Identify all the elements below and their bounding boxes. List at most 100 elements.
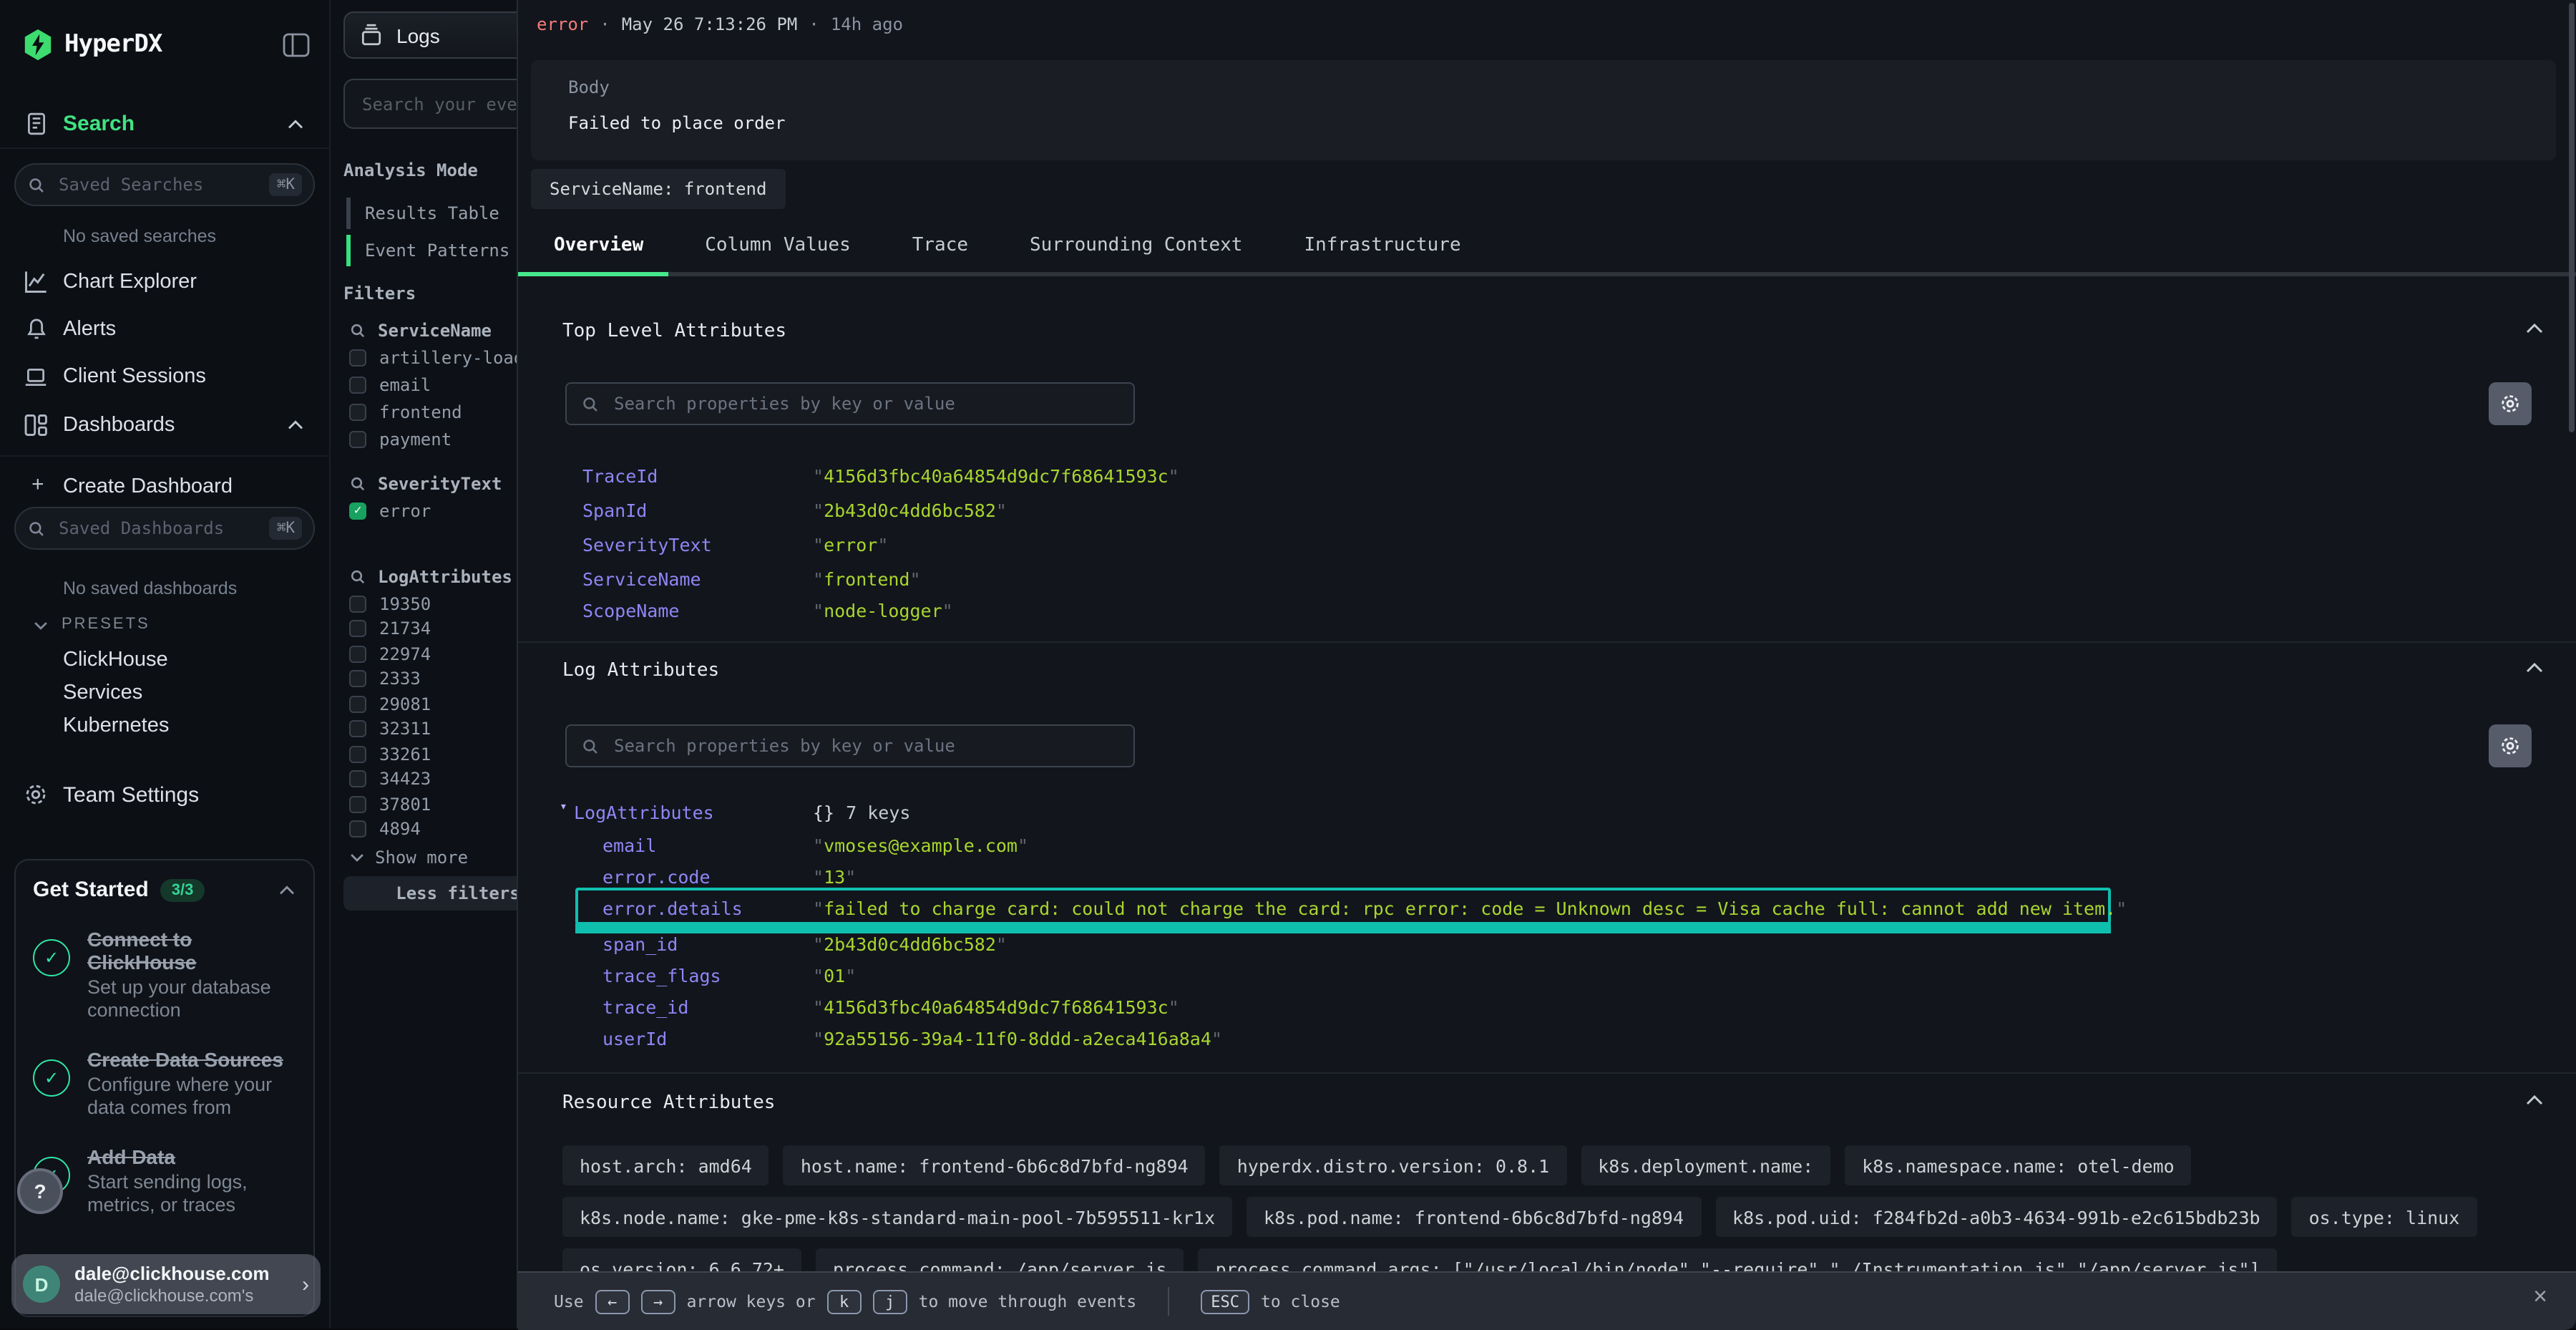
- tab-infrastructure[interactable]: Infrastructure: [1304, 235, 1460, 256]
- attr-value[interactable]: "2b43d0c4dd6bc582": [813, 499, 1007, 520]
- sidebar-item-search[interactable]: Search: [63, 112, 135, 136]
- attr-value[interactable]: "92a55156-39a4-11f0-8ddd-a2eca416a8a4": [813, 1027, 1222, 1049]
- checkbox-unchecked[interactable]: [349, 596, 366, 613]
- filter-option[interactable]: artillery-loadgen: [349, 348, 517, 368]
- top-level-search[interactable]: [565, 382, 1135, 425]
- attr-tree-root[interactable]: ▾ LogAttributes {}7 keys: [518, 797, 2576, 826]
- log-attributes-search-input[interactable]: [611, 734, 1119, 757]
- filter-option[interactable]: email: [349, 375, 431, 395]
- attr-value[interactable]: "failed to charge card: could not charge…: [813, 897, 2127, 918]
- caret-down-icon[interactable]: ▾: [560, 800, 567, 815]
- checkbox-unchecked[interactable]: [349, 377, 366, 394]
- saved-dashboards-input[interactable]: [56, 517, 270, 540]
- sidebar-item-dashboards[interactable]: Dashboards: [63, 414, 175, 437]
- filter-option[interactable]: payment: [349, 429, 452, 450]
- source-selector-logs[interactable]: Logs: [343, 11, 517, 59]
- checkbox-unchecked[interactable]: [349, 770, 366, 787]
- saved-searches-search[interactable]: ⌘K: [14, 163, 315, 206]
- gear-icon[interactable]: [2489, 382, 2532, 425]
- checkbox-unchecked[interactable]: [349, 746, 366, 763]
- checkbox-unchecked[interactable]: [349, 670, 366, 687]
- service-name-chip[interactable]: ServiceName: frontend: [531, 169, 785, 209]
- create-dashboard-button[interactable]: Create Dashboard: [63, 475, 233, 498]
- filter-option[interactable]: 22974: [349, 644, 431, 664]
- preset-clickhouse[interactable]: ClickHouse: [63, 649, 168, 671]
- tab-trace[interactable]: Trace: [912, 235, 968, 256]
- checkbox-unchecked[interactable]: [349, 431, 366, 448]
- resource-chip[interactable]: os.type: linux: [2292, 1197, 2477, 1237]
- checkbox-unchecked[interactable]: [349, 720, 366, 737]
- attr-value[interactable]: "01": [813, 964, 856, 986]
- attr-key[interactable]: trace_flags: [602, 964, 721, 986]
- attr-key[interactable]: SeverityText: [582, 533, 712, 555]
- scrollbar[interactable]: [2569, 3, 2575, 432]
- attr-key[interactable]: error.code: [602, 865, 711, 887]
- attr-key[interactable]: email: [602, 834, 656, 855]
- tab-surrounding-context[interactable]: Surrounding Context: [1030, 235, 1242, 256]
- sidebar-item-chart-explorer[interactable]: Chart Explorer: [63, 271, 197, 293]
- checkbox-unchecked[interactable]: [349, 646, 366, 663]
- log-attributes-search[interactable]: [565, 724, 1135, 767]
- attr-value[interactable]: "13": [813, 865, 856, 887]
- attr-key[interactable]: ScopeName: [582, 599, 679, 621]
- event-search-input[interactable]: [359, 92, 517, 115]
- filter-option[interactable]: 19350: [349, 594, 431, 614]
- attr-value[interactable]: "4156d3fbc40a64854d9dc7f68641593c": [813, 465, 1179, 486]
- resource-chip[interactable]: host.name: frontend-6b6c8d7bfd-ng894: [784, 1145, 1206, 1185]
- checkbox-unchecked[interactable]: [349, 404, 366, 421]
- checkbox-unchecked[interactable]: [349, 349, 366, 367]
- attr-key[interactable]: error.details: [602, 897, 743, 918]
- event-search-box[interactable]: [343, 79, 517, 129]
- saved-dashboards-search[interactable]: ⌘K: [14, 507, 315, 550]
- search-icon[interactable]: [349, 475, 366, 492]
- attr-key[interactable]: ServiceName: [582, 568, 701, 589]
- sidebar-item-alerts[interactable]: Alerts: [63, 318, 116, 341]
- mode-event-patterns[interactable]: Event Patterns: [346, 235, 509, 266]
- checkbox-unchecked[interactable]: [349, 796, 366, 813]
- filter-option-error[interactable]: ✓error: [349, 501, 431, 521]
- resource-chip[interactable]: k8s.namespace.name: otel-demo: [1845, 1145, 2192, 1185]
- resource-chip[interactable]: k8s.pod.name: frontend-6b6c8d7bfd-ng894: [1246, 1197, 1701, 1237]
- top-level-search-input[interactable]: [611, 392, 1119, 415]
- attr-value[interactable]: "4156d3fbc40a64854d9dc7f68641593c": [813, 996, 1179, 1017]
- get-started-step-add-data[interactable]: ✓ Add Data Start sending logs, metrics, …: [33, 1145, 296, 1217]
- user-menu[interactable]: D dale@clickhouse.com dale@clickhouse.co…: [11, 1254, 321, 1314]
- sidebar-item-team-settings[interactable]: Team Settings: [63, 783, 199, 807]
- checkbox-unchecked[interactable]: [349, 620, 366, 637]
- collapse-sidebar-icon[interactable]: [282, 31, 311, 60]
- filter-option[interactable]: 21734: [349, 618, 431, 639]
- attr-value[interactable]: "2b43d0c4dd6bc582": [813, 933, 1007, 954]
- search-icon[interactable]: [349, 568, 366, 586]
- attr-key[interactable]: TraceId: [582, 465, 658, 486]
- chevron-up-icon[interactable]: [278, 883, 296, 896]
- less-filters-button[interactable]: Less filters: [343, 876, 517, 911]
- resource-chip[interactable]: hyperdx.distro.version: 0.8.1: [1220, 1145, 1567, 1185]
- attr-root-key[interactable]: LogAttributes: [574, 801, 714, 822]
- preset-services[interactable]: Services: [63, 681, 142, 704]
- collapse-section-icon[interactable]: [2524, 660, 2545, 674]
- attr-key[interactable]: userId: [602, 1027, 667, 1049]
- preset-kubernetes[interactable]: Kubernetes: [63, 714, 169, 737]
- filter-option[interactable]: 37801: [349, 795, 431, 815]
- gear-icon[interactable]: [2489, 724, 2532, 767]
- checkbox-unchecked[interactable]: [349, 696, 366, 713]
- sidebar-item-client-sessions[interactable]: Client Sessions: [63, 365, 206, 388]
- attr-value[interactable]: "node-logger": [813, 599, 953, 621]
- resource-chip[interactable]: k8s.node.name: gke-pme-k8s-standard-main…: [562, 1197, 1232, 1237]
- tab-column-values[interactable]: Column Values: [705, 235, 851, 256]
- help-button[interactable]: ?: [17, 1168, 63, 1214]
- filter-option[interactable]: 2333: [349, 669, 421, 689]
- get-started-step-connect[interactable]: ✓ Connect to ClickHouse Set up your data…: [33, 928, 296, 1022]
- collapse-section-icon[interactable]: [2524, 1092, 2545, 1107]
- show-more-toggle[interactable]: Show more: [349, 848, 468, 868]
- close-icon[interactable]: ×: [2533, 1284, 2547, 1309]
- collapse-section-icon[interactable]: [2524, 321, 2545, 335]
- checkbox-checked[interactable]: ✓: [349, 503, 366, 520]
- filter-option[interactable]: 4894: [349, 819, 421, 839]
- filter-option[interactable]: 33261: [349, 744, 431, 764]
- attr-value[interactable]: "error": [813, 533, 888, 555]
- saved-searches-input[interactable]: [56, 173, 270, 196]
- get-started-step-sources[interactable]: ✓ Create Data Sources Configure where yo…: [33, 1048, 296, 1120]
- filter-option[interactable]: 32311: [349, 719, 431, 739]
- presets-section-label[interactable]: PRESETS: [62, 616, 150, 633]
